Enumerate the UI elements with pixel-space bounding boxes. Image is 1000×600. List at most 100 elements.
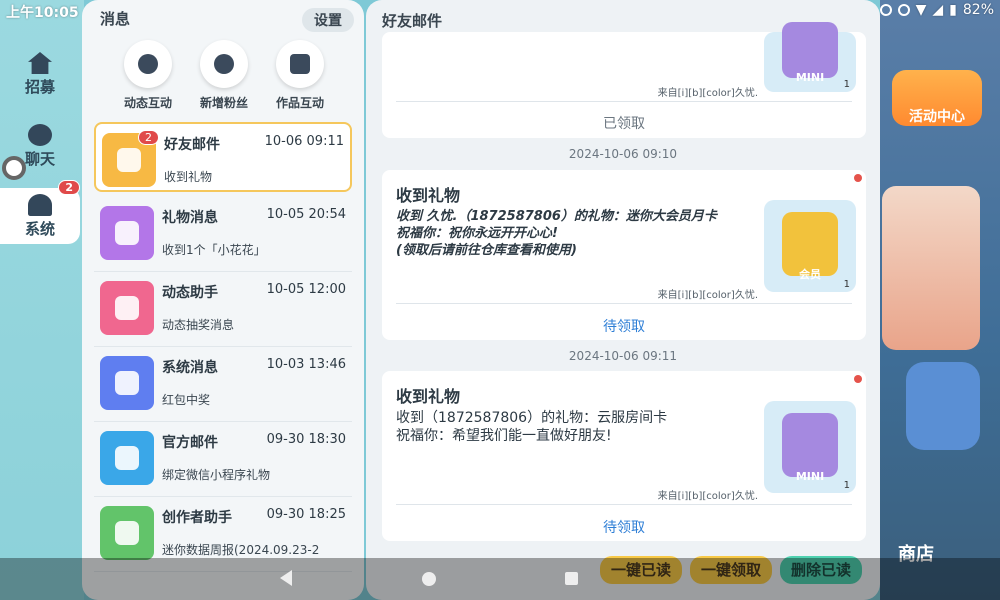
envelope-icon	[100, 431, 154, 485]
dnd-icon	[897, 4, 910, 16]
pencil-ruler-icon	[100, 506, 154, 560]
wifi-icon: ▼	[915, 2, 927, 18]
item-title: 动态助手	[162, 285, 218, 301]
tab-system[interactable]: 2 系统	[0, 180, 80, 244]
item-time: 09-30 18:25	[266, 507, 346, 522]
signal-icon: ◢	[932, 2, 944, 18]
mini-ticket-icon	[782, 413, 838, 477]
unread-badge: 2	[138, 130, 159, 145]
mail-detail-panel[interactable]: 好友邮件 MINI 1 来自[i][b][color]久忧. 已领取 2024-…	[366, 0, 880, 600]
item-title: 好友邮件	[164, 137, 220, 153]
item-subtitle: 绑定微信小程序礼物	[162, 468, 271, 482]
list-item-system-message[interactable]: 系统消息 10-03 13:46 红包中奖	[94, 347, 352, 422]
recent-apps-icon[interactable]	[565, 572, 578, 585]
unread-dot	[854, 174, 862, 182]
mail-card: 收到礼物 收到（1872587806）的礼物：云服房间卡 祝福你：希望我们能一直…	[382, 371, 866, 541]
item-time: 10-05 12:00	[266, 282, 346, 297]
quick-new-fans[interactable]: 新增粉丝	[190, 40, 258, 111]
battery-icon: ▮	[949, 2, 957, 18]
gift-thumbnail[interactable]: 会员 1	[764, 200, 856, 292]
list-item-dynamic-assistant[interactable]: 动态助手 10-05 12:00 动态抽奖消息	[94, 272, 352, 347]
mail-line: 祝福你：希望我们能一直做好朋友!	[396, 428, 612, 444]
dynamic-icon	[124, 40, 172, 88]
mail-card: 收到礼物 收到 久忧.（1872587806）的礼物：迷你大会员月卡 祝福你：祝…	[382, 170, 866, 340]
bell-icon	[28, 194, 52, 216]
activity-center-button[interactable]: 活动中心	[892, 70, 982, 126]
status-bar: 上午10:05 ▼ ◢ ▮ 82%	[0, 0, 1000, 22]
mini-ticket-icon	[782, 22, 838, 78]
item-time: 10-06 09:11	[264, 134, 344, 149]
claim-button[interactable]: 待领取	[382, 316, 866, 336]
game-right-strip: 活动中心 商店	[880, 0, 1000, 600]
back-icon[interactable]	[280, 570, 292, 586]
message-panel: 消息 设置 动态互动 新增粉丝 作品互动 2 好友邮件 10-06 09:11 …	[82, 0, 364, 600]
gift-thumbnail[interactable]: MINI 1	[764, 401, 856, 493]
gift-thumbnail: MINI 1	[764, 22, 856, 92]
mail-body: 收到 久忧.（1872587806）的礼物：迷你大会员月卡 祝福你：祝你永远开开…	[396, 208, 756, 259]
gear-icon	[100, 356, 154, 410]
item-subtitle: 收到礼物	[164, 170, 213, 184]
pickaxe-icon[interactable]	[906, 362, 980, 450]
message-list: 2 好友邮件 10-06 09:11 收到礼物 礼物消息 10-05 20:54…	[94, 122, 352, 572]
item-time: 09-30 18:30	[266, 432, 346, 447]
item-subtitle: 动态抽奖消息	[162, 318, 235, 332]
mail-title: 收到礼物	[396, 186, 461, 205]
gift-icon	[100, 206, 154, 260]
list-item-gift-message[interactable]: 礼物消息 10-05 20:54 收到1个「小花花」	[94, 197, 352, 272]
list-item-official-mail[interactable]: 官方邮件 09-30 18:30 绑定微信小程序礼物	[94, 422, 352, 497]
mail-sender: 来自[i][b][color]久忧.	[657, 491, 758, 502]
tab-label: 系统	[24, 220, 55, 238]
divider	[396, 303, 852, 304]
mail-line: 收到 久忧.（1872587806）的礼物：迷你大会员月卡	[396, 209, 717, 224]
new-fan-icon	[200, 40, 248, 88]
alarm-icon	[879, 4, 892, 16]
game-left-sidebar: 招募 聊天 2 系统	[0, 0, 84, 600]
mail-title: 收到礼物	[396, 387, 461, 406]
status-time: 上午10:05	[6, 5, 79, 21]
date-separator: 2024-10-06 09:11	[568, 349, 678, 363]
item-title: 创作者助手	[162, 510, 232, 526]
battery-percent: 82%	[962, 2, 994, 18]
mail-line: (领取后请前往仓库查看和使用)	[396, 243, 577, 258]
home-circle-icon[interactable]	[422, 572, 436, 586]
bookmark-star-icon	[100, 281, 154, 335]
quick-works-interaction[interactable]: 作品互动	[266, 40, 334, 111]
item-subtitle: 红包中奖	[162, 393, 211, 407]
system-nav-bar	[0, 558, 1000, 600]
character-portrait[interactable]	[882, 186, 980, 350]
mail-line: 收到（1872587806）的礼物：云服房间卡	[396, 410, 668, 426]
gift-count: 1	[843, 279, 850, 290]
quick-label: 新增粉丝	[199, 96, 248, 110]
tab-label: 招募	[24, 78, 55, 96]
works-icon	[276, 40, 324, 88]
mail-card: MINI 1 来自[i][b][color]久忧. 已领取	[382, 22, 866, 138]
divider	[396, 504, 852, 505]
unread-badge: 2	[58, 180, 80, 195]
quick-label: 动态互动	[123, 96, 172, 110]
floating-assist-button[interactable]	[2, 156, 26, 180]
tab-label: 聊天	[24, 150, 55, 168]
mail-line: 祝福你：祝你永远开开心心!	[396, 226, 558, 241]
claimed-status: 已领取	[603, 116, 645, 132]
unread-dot	[854, 375, 862, 383]
item-title: 礼物消息	[162, 210, 218, 226]
mail-sender: 来自[i][b][color]久忧.	[657, 290, 758, 301]
item-subtitle: 迷你数据周报(2024.09.23-2	[162, 543, 320, 557]
quick-label: 作品互动	[275, 96, 324, 110]
chat-icon	[28, 124, 52, 146]
claim-button[interactable]: 待领取	[382, 517, 866, 537]
tab-recruit[interactable]: 招募	[0, 52, 80, 114]
gift-count: 1	[843, 79, 850, 90]
item-time: 10-05 20:54	[266, 207, 346, 222]
date-separator: 2024-10-06 09:10	[568, 147, 678, 161]
item-title: 官方邮件	[162, 435, 218, 451]
item-time: 10-03 13:46	[266, 357, 346, 372]
gift-count: 1	[843, 480, 850, 491]
home-icon	[28, 52, 52, 74]
list-item-friend-mail[interactable]: 2 好友邮件 10-06 09:11 收到礼物	[94, 122, 352, 192]
gift-label: MINI	[795, 470, 825, 483]
gift-label: MINI	[795, 71, 825, 84]
item-subtitle: 收到1个「小花花」	[162, 243, 266, 257]
status-icons: ▼ ◢ ▮ 82%	[879, 2, 994, 18]
quick-dynamic-interaction[interactable]: 动态互动	[114, 40, 182, 111]
